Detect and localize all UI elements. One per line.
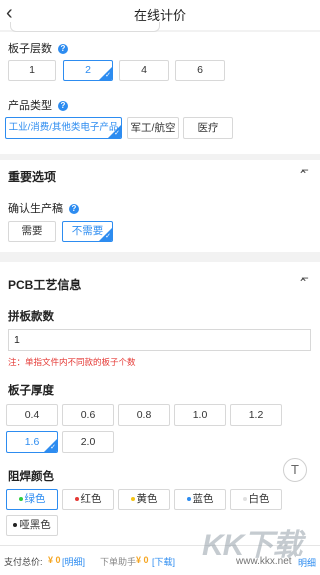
confirm-option-no-need[interactable]: 不需要 ✓ [62,221,113,242]
double-chevron-up-icon[interactable]: ⌃̅ [298,276,308,290]
confirm-option-need[interactable]: 需要 [8,221,56,242]
thickness-option-label: 2.0 [80,436,96,448]
layer-option-label: 2 [85,64,91,76]
solder-color-label: 黄色 [136,493,158,505]
solder-color-option-matte-black[interactable]: 哑黑色 [6,515,58,536]
solder-color-label: 哑黑色 [19,519,51,531]
thickness-option-label: 0.8 [136,409,152,421]
product-type-option-label: 军工/航空 [130,122,176,134]
back-to-top-icon: T [291,462,299,477]
pay-total-amount: ¥ 0 [48,555,61,565]
checkmark-icon: ✓ [50,444,56,451]
checkmark-icon: ✓ [114,130,120,137]
question-help-icon[interactable]: ? [58,101,68,111]
double-chevron-up-icon[interactable]: ⌃̅ [298,168,308,182]
product-type-option-label: 工业/消费/其他类电子产品 [8,122,119,133]
thickness-option[interactable]: 0.4 [6,404,58,426]
layer-option-label: 1 [29,64,35,76]
previous-section-edge [10,22,160,32]
layer-option-label: 6 [197,64,203,76]
layer-option-4[interactable]: 4 [119,60,169,81]
solder-color-label: 白色 [248,493,270,505]
board-thickness-label: 板子厚度 [8,385,54,397]
important-options-card: 重要选项 ⌃̅ 确认生产稿? 需要 不需要 ✓ [0,160,320,252]
thickness-option-selected[interactable]: 1.6 ✓ [6,431,58,453]
solder-color-label: 绿色 [24,493,46,505]
confirm-production-label-text: 确认生产稿 [8,203,63,215]
color-dot-icon [18,497,23,501]
order-assistant-label: 下单助手 [100,557,137,567]
pcb-process-title: PCB工艺信息 [8,278,82,292]
confirm-option-label: 需要 [21,225,43,237]
solder-mask-color-label: 阻焊颜色 [8,471,54,483]
basic-info-card: 板子层数? 1 2 ✓ 4 6 产品类型? 工业/消费/其他类电子产品 ✓ 军工… [0,32,320,154]
color-dot-icon [130,497,135,501]
pay-total-label: 支付总价: [4,557,43,567]
product-type-option-military[interactable]: 军工/航空 [127,117,179,139]
color-dot-icon [13,523,18,527]
thickness-option[interactable]: 0.6 [62,404,114,426]
pcb-process-card: PCB工艺信息 ⌃̅ 拼板款数 1 注：单指文件内不同款的板子个数 板子厚度 0… [0,262,320,545]
watermark-logo: KK下载 www.kkx.net 明细 [200,520,320,575]
color-dot-icon [74,497,79,501]
question-help-icon[interactable]: ? [69,204,79,214]
order-download-link[interactable]: [下载] [152,555,175,568]
solder-color-option-white[interactable]: 白色 [230,489,282,510]
product-type-label-text: 产品类型 [8,100,52,112]
solder-color-label: 红色 [80,493,102,505]
product-type-option-medical[interactable]: 医疗 [183,117,233,139]
thickness-option-label: 1.0 [192,409,208,421]
thickness-option[interactable]: 1.2 [230,404,282,426]
thickness-option-label: 1.6 [24,436,40,448]
question-help-icon[interactable]: ? [58,44,68,54]
solder-color-option-red[interactable]: 红色 [62,489,114,510]
order-assistant-amount: ¥ 0 [136,555,149,565]
watermark-url: www.kkx.net [236,556,292,567]
product-type-label: 产品类型? [8,97,68,113]
watermark-detail-tab: 明细 [295,556,318,569]
thickness-option-label: 0.4 [24,409,40,421]
layers-label-text: 板子层数 [8,43,52,55]
layer-option-2[interactable]: 2 ✓ [63,60,113,81]
pay-detail-link[interactable]: [明细] [62,555,85,568]
solder-color-option-blue[interactable]: 蓝色 [174,489,226,510]
solder-color-option-yellow[interactable]: 黄色 [118,489,170,510]
thickness-option[interactable]: 0.8 [118,404,170,426]
thickness-option-label: 0.6 [80,409,96,421]
layers-label: 板子层数? [8,40,68,56]
solder-color-option-green[interactable]: 绿色 [6,489,58,510]
checkmark-icon: ✓ [105,233,111,240]
thickness-option-label: 1.2 [248,409,264,421]
layer-option-6[interactable]: 6 [175,60,225,81]
panel-count-label: 拼板款数 [8,311,54,323]
product-type-option-industrial[interactable]: 工业/消费/其他类电子产品 ✓ [5,117,122,139]
back-to-top-button[interactable]: T [283,458,307,482]
product-type-option-label: 医疗 [197,122,219,134]
panel-count-input[interactable]: 1 [8,329,311,351]
layer-option-1[interactable]: 1 [8,60,56,81]
panel-count-note: 注：单指文件内不同款的板子个数 [8,357,136,367]
layer-option-label: 4 [141,64,147,76]
confirm-production-label: 确认生产稿? [8,200,79,216]
color-dot-icon [242,497,247,501]
solder-color-label: 蓝色 [192,493,214,505]
checkmark-icon: ✓ [105,72,111,79]
important-options-title: 重要选项 [8,170,57,184]
thickness-option[interactable]: 1.0 [174,404,226,426]
color-dot-icon [186,497,191,501]
thickness-option[interactable]: 2.0 [62,431,114,453]
